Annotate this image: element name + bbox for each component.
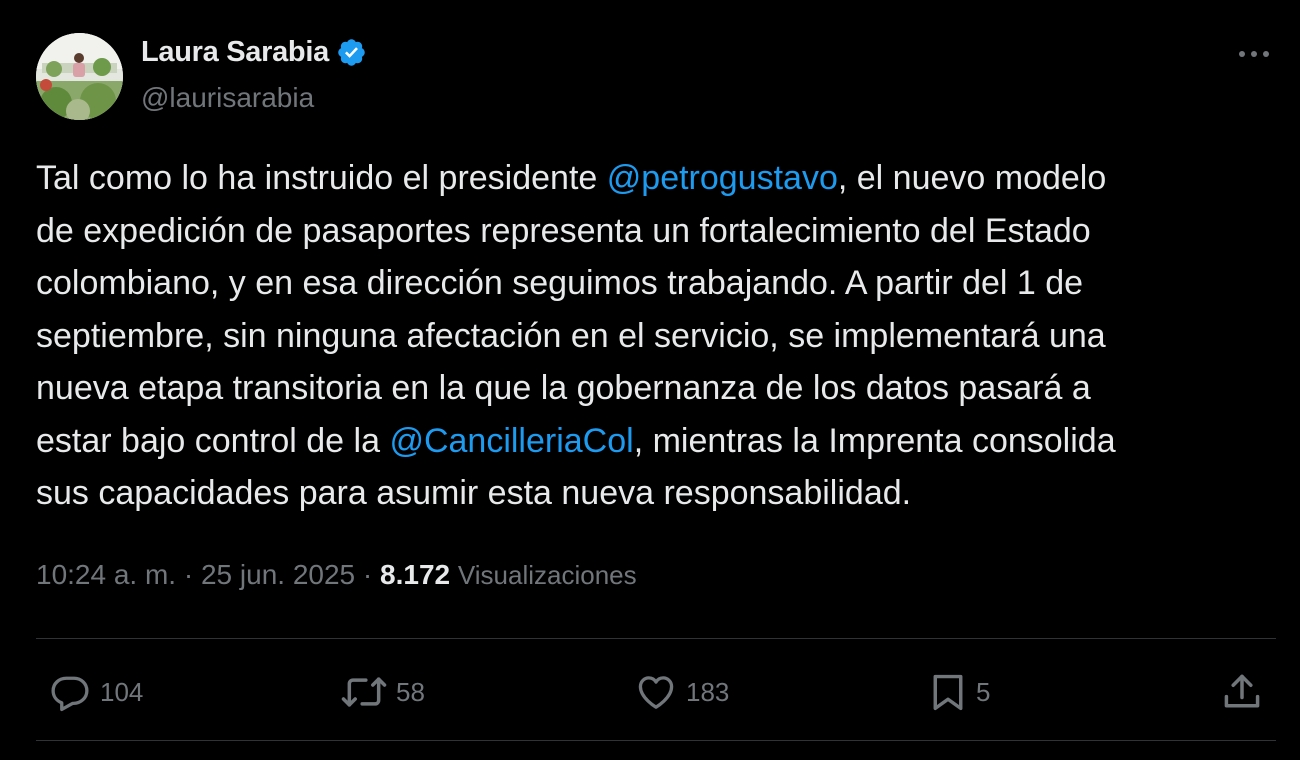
tweet-line: Tal como lo ha instruido el presidente @… xyxy=(36,152,1272,205)
like-button[interactable]: 183 xyxy=(634,668,729,716)
tweet-text-segment: , el nuevo modelo xyxy=(837,159,1107,197)
divider xyxy=(36,638,1276,639)
heart-icon xyxy=(634,670,678,714)
views-label: Visualizaciones xyxy=(457,560,637,590)
author-handle[interactable]: @laurisarabia xyxy=(141,82,314,114)
author-name-row: Laura Sarabia xyxy=(141,36,367,69)
tweet-text: Tal como lo ha instruido el presidente @… xyxy=(36,152,1272,520)
repost-button[interactable]: 58 xyxy=(340,668,425,716)
share-button[interactable] xyxy=(1220,668,1264,716)
tweet-meta: 10:24 a. m. · 25 jun. 2025 · 8.172 Visua… xyxy=(36,559,637,591)
author-display-name[interactable]: Laura Sarabia xyxy=(141,36,329,69)
tweet-date[interactable]: 25 jun. 2025 xyxy=(201,559,355,590)
more-dots-icon[interactable] xyxy=(1234,38,1274,70)
tweet-text-segment: Tal como lo ha instruido el presidente xyxy=(36,159,607,197)
mention-link[interactable]: @CancilleriaCol xyxy=(389,422,633,460)
avatar-photo xyxy=(36,33,123,120)
tweet-line: estar bajo control de la @CancilleriaCol… xyxy=(36,415,1272,468)
bookmark-button[interactable]: 5 xyxy=(928,668,990,716)
tweet-card: Laura Sarabia @laurisarabia Tal como lo … xyxy=(0,0,1300,760)
meta-separator: · xyxy=(176,559,201,590)
tweet-line: nueva etapa transitoria en la que la gob… xyxy=(36,369,1091,407)
avatar[interactable] xyxy=(36,33,123,120)
meta-separator: · xyxy=(355,559,381,590)
tweet-text-segment: , mientras la Imprenta consolida xyxy=(633,421,1116,460)
views-count: 8.172 xyxy=(380,559,451,590)
reply-icon xyxy=(48,670,92,714)
tweet-time[interactable]: 10:24 a. m. xyxy=(36,559,176,590)
tweet-line: septiembre, sin ninguna afectación en el… xyxy=(36,316,1106,355)
mention-link[interactable]: @petrogustavo xyxy=(607,159,838,197)
reply-count: 104 xyxy=(100,676,144,707)
repost-icon xyxy=(340,670,388,714)
verified-badge-icon[interactable] xyxy=(336,37,367,68)
tweet-line: de expedición de pasaportes representa u… xyxy=(36,211,1091,250)
bookmark-count: 5 xyxy=(976,676,991,707)
tweet-text-segment: estar bajo control de la xyxy=(36,421,390,460)
divider xyxy=(36,740,1276,741)
share-icon xyxy=(1220,670,1264,714)
tweet-line: sus capacidades para asumir esta nueva r… xyxy=(36,474,912,512)
reply-button[interactable]: 104 xyxy=(48,668,143,716)
repost-count: 58 xyxy=(396,676,425,707)
bookmark-icon xyxy=(928,670,968,714)
tweet-line: colombiano, y en esa dirección seguimos … xyxy=(36,264,1084,302)
like-count: 183 xyxy=(686,676,730,707)
